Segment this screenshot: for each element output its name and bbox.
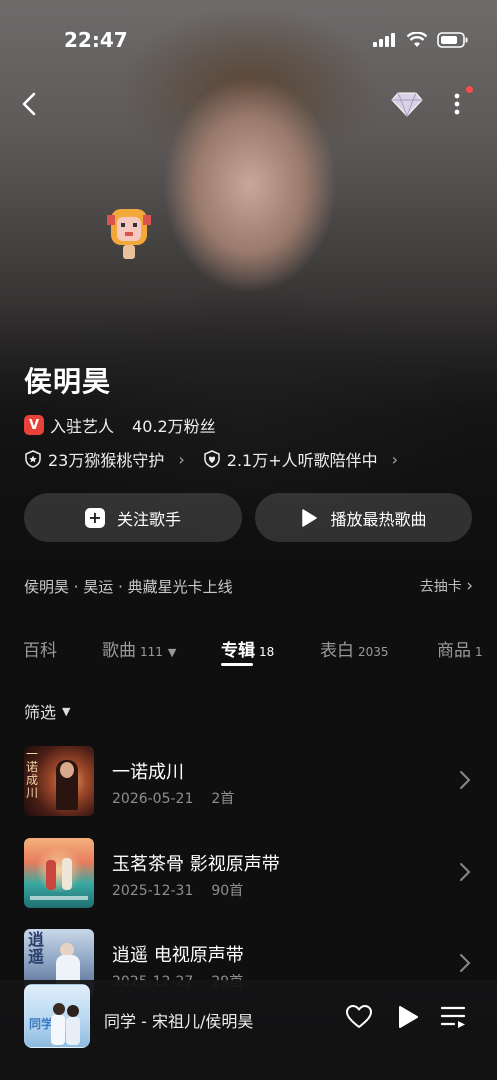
heart-shield-icon	[204, 450, 220, 468]
now-playing-track[interactable]: 同学 - 宋祖儿/侯明昊	[104, 1008, 253, 1032]
pixel-toy-image	[107, 209, 151, 259]
diamond-icon[interactable]	[390, 90, 424, 118]
fans-count[interactable]: 40.2万粉丝	[132, 413, 216, 437]
album-list-item[interactable]: 玉茗茶骨 影视原声带 2025-12-31 90首	[24, 838, 473, 908]
album-title: 玉茗茶骨 影视原声带	[112, 854, 280, 875]
artist-tabs: 百科 歌曲 111 ▼ 专辑 18 表白 2035 商品 1	[0, 630, 497, 670]
tab-confessions[interactable]: 表白 2035	[320, 636, 389, 661]
tab-songs[interactable]: 歌曲 111 ▼	[102, 636, 176, 661]
chevron-right-icon: ›	[391, 449, 399, 469]
heart-icon[interactable]	[345, 1004, 373, 1030]
star-shield-icon	[25, 450, 41, 468]
guardians-label: 23万猕猴桃守护	[48, 451, 165, 470]
tab-albums[interactable]: 专辑 18	[221, 636, 274, 661]
chevron-right-icon	[460, 954, 471, 972]
album-title: 逍遥 电视原声带	[112, 945, 244, 966]
now-playing-cover: 同学	[24, 984, 90, 1048]
album-cover: 一诺成川	[24, 746, 94, 816]
filter-label: 筛选	[24, 703, 57, 722]
plus-icon: +	[84, 507, 105, 528]
listeners-label: 2.1万+人听歌陪伴中	[226, 451, 378, 470]
filter-dropdown[interactable]: 筛选 ▼	[24, 699, 70, 723]
chevron-right-icon: ›	[466, 576, 473, 596]
artist-guard-row: 23万猕猴桃守护 › 2.1万+人听歌陪伴中 ›	[24, 447, 398, 471]
chevron-right-icon	[460, 863, 471, 881]
promo-banner[interactable]: 侯明昊 · 昊运 · 典藏星光卡上线 去抽卡 ›	[24, 576, 473, 597]
promo-text: 侯明昊 · 昊运 · 典藏星光卡上线	[24, 578, 233, 596]
play-icon[interactable]	[396, 1004, 420, 1030]
play-hot-label: 播放最热歌曲	[330, 509, 427, 529]
notification-dot	[466, 86, 473, 93]
more-icon[interactable]	[450, 88, 464, 120]
battery-icon	[437, 32, 468, 48]
artist-stats-row: V 入驻艺人 40.2万粉丝	[24, 413, 216, 437]
play-icon	[302, 508, 318, 527]
mini-player[interactable]: 同学 同学 - 宋祖儿/侯明昊	[0, 980, 497, 1080]
signal-icon	[373, 33, 395, 47]
album-list-item[interactable]: 一诺成川 一诺成川 2026-05-21 2首	[24, 746, 473, 816]
tab-wiki[interactable]: 百科	[23, 636, 57, 661]
chevron-right-icon	[460, 771, 471, 789]
caret-down-icon: ▼	[167, 646, 177, 659]
back-icon[interactable]	[18, 90, 40, 118]
wifi-icon	[407, 32, 427, 47]
verified-label: 入驻艺人	[50, 417, 115, 436]
status-time: 22:47	[64, 28, 128, 52]
draw-card-link[interactable]: 去抽卡 ›	[420, 576, 473, 597]
caret-down-icon: ▼	[62, 704, 71, 718]
album-meta: 2025-12-31 90首	[112, 883, 244, 899]
status-icons	[373, 32, 469, 48]
artist-name: 侯明昊	[24, 365, 112, 398]
chevron-right-icon: ›	[178, 449, 185, 469]
play-hot-songs-button[interactable]: 播放最热歌曲	[255, 493, 472, 542]
tab-goods[interactable]: 商品 1	[437, 636, 483, 661]
follow-artist-button[interactable]: + 关注歌手	[24, 493, 242, 542]
queue-icon[interactable]	[440, 1005, 468, 1029]
album-title: 一诺成川	[112, 762, 184, 783]
active-tab-indicator	[221, 663, 253, 666]
verified-badge: V	[24, 415, 44, 435]
album-cover	[24, 838, 94, 908]
follow-label: 关注歌手	[116, 509, 181, 529]
listeners-link[interactable]: 2.1万+人听歌陪伴中 ›	[203, 447, 398, 471]
guardians-link[interactable]: 23万猕猴桃守护 ›	[24, 447, 185, 471]
album-meta: 2026-05-21 2首	[112, 791, 235, 807]
